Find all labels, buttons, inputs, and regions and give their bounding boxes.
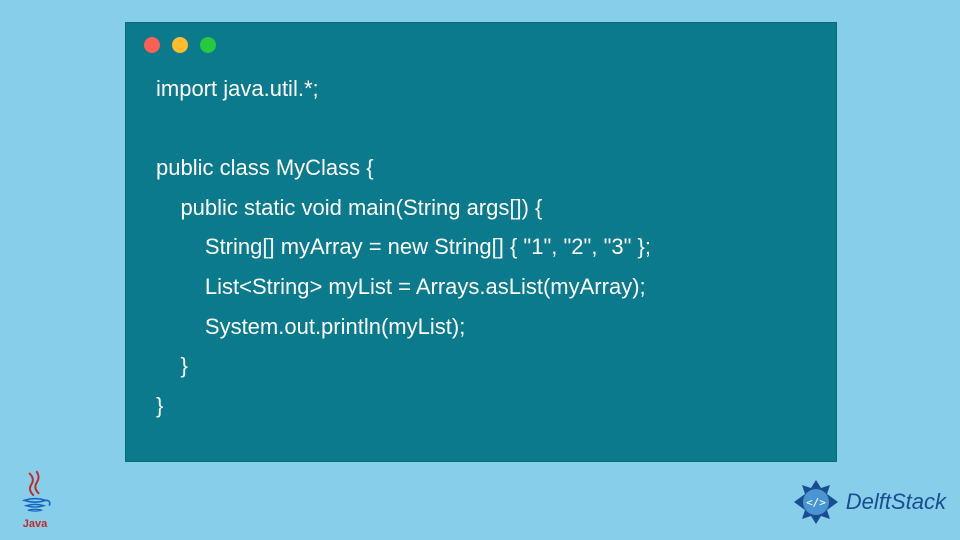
java-icon bbox=[16, 470, 54, 520]
code-content: import java.util.*; public class MyClass… bbox=[126, 61, 836, 433]
svg-text:</>: </> bbox=[806, 496, 826, 509]
java-label: Java bbox=[23, 518, 47, 530]
delftstack-badge-icon: </> bbox=[790, 476, 842, 528]
delftstack-logo: </> DelftStack bbox=[790, 476, 946, 528]
window-controls bbox=[126, 23, 836, 61]
delftstack-label: DelftStack bbox=[846, 489, 946, 515]
minimize-dot bbox=[172, 37, 188, 53]
code-window: import java.util.*; public class MyClass… bbox=[125, 22, 837, 462]
close-dot bbox=[144, 37, 160, 53]
maximize-dot bbox=[200, 37, 216, 53]
java-logo: Java bbox=[10, 470, 60, 530]
